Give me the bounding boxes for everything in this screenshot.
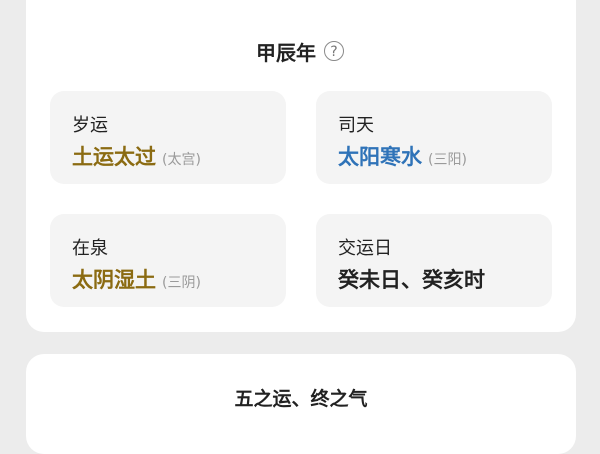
card-value-row: 土运太过 (太宫) bbox=[72, 141, 201, 171]
card-value: 土运太过 bbox=[72, 145, 156, 169]
card-value: 太阴湿土 bbox=[72, 268, 156, 292]
card-value: 癸未日、癸亥时 bbox=[338, 268, 485, 292]
card-value-row: 太阴湿土 (三阴) bbox=[72, 264, 201, 294]
year-title: 甲辰年 bbox=[256, 40, 316, 65]
card-label: 岁运 bbox=[72, 115, 108, 136]
year-header: 甲辰年 ? bbox=[0, 36, 600, 66]
season-panel: 五之运、终之气 bbox=[26, 354, 576, 454]
card-sitian[interactable]: 司天 太阳寒水 (三阳) bbox=[316, 91, 552, 184]
card-label: 在泉 bbox=[72, 238, 108, 259]
card-zaiquan[interactable]: 在泉 太阴湿土 (三阴) bbox=[50, 214, 286, 307]
card-note: (太宫) bbox=[162, 152, 201, 168]
card-note: (三阴) bbox=[162, 275, 201, 291]
card-label: 司天 bbox=[338, 115, 374, 136]
card-note: (三阳) bbox=[428, 152, 467, 168]
card-value-row: 太阳寒水 (三阳) bbox=[338, 141, 467, 171]
help-icon[interactable]: ? bbox=[324, 41, 344, 61]
card-suiyun[interactable]: 岁运 土运太过 (太宫) bbox=[50, 91, 286, 184]
card-jiaoyunri[interactable]: 交运日 癸未日、癸亥时 bbox=[316, 214, 552, 307]
card-value: 太阳寒水 bbox=[338, 145, 422, 169]
card-value-row: 癸未日、癸亥时 bbox=[338, 264, 485, 294]
season-title: 五之运、终之气 bbox=[234, 388, 368, 410]
card-label: 交运日 bbox=[338, 238, 392, 259]
